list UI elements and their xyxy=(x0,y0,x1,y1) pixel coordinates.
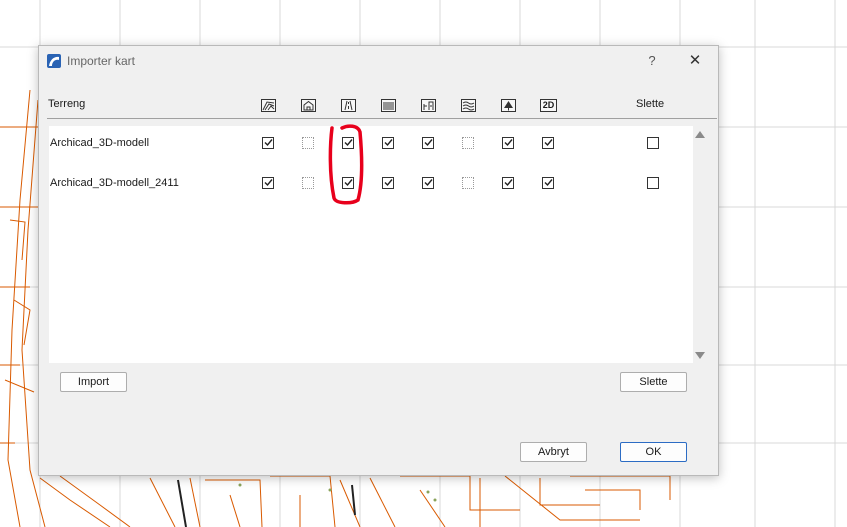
vegetation-icon[interactable] xyxy=(421,99,436,112)
cancel-button[interactable]: Avbryt xyxy=(520,442,587,462)
building-icon[interactable] xyxy=(301,99,316,112)
layer-checkbox[interactable] xyxy=(542,177,554,189)
layer-checkbox[interactable] xyxy=(422,177,434,189)
dialog-title: Importer kart xyxy=(67,54,136,68)
row-name: Archicad_3D-modell_2411 xyxy=(50,177,179,189)
close-button[interactable]: ✕ xyxy=(685,51,705,71)
layer-checkbox-disabled xyxy=(462,177,474,189)
delete-checkbox[interactable] xyxy=(647,177,659,189)
delete-column-header: Slette xyxy=(636,98,665,110)
layer-checkbox[interactable] xyxy=(262,177,274,189)
road-icon[interactable] xyxy=(341,99,356,112)
delete-checkbox[interactable] xyxy=(647,137,659,149)
rail-icon[interactable] xyxy=(381,99,396,112)
water-icon[interactable] xyxy=(461,99,476,112)
help-button[interactable]: ? xyxy=(643,52,661,70)
layer-checkbox-disabled xyxy=(462,137,474,149)
red-annotation-highlight xyxy=(328,124,364,205)
layer-checkbox[interactable] xyxy=(422,137,434,149)
layer-checkbox[interactable] xyxy=(382,137,394,149)
terrain-column-header: Terreng xyxy=(48,98,86,110)
ok-button[interactable]: OK xyxy=(620,442,687,462)
layer-checkbox[interactable] xyxy=(502,177,514,189)
2d-icon[interactable]: 2D xyxy=(540,99,557,112)
tree-icon[interactable] xyxy=(501,99,516,112)
layer-checkbox-disabled xyxy=(302,137,314,149)
terrain-list xyxy=(49,126,693,363)
scroll-down-arrow-icon[interactable] xyxy=(695,352,705,359)
delete-button[interactable]: Slette xyxy=(620,372,687,392)
layer-checkbox[interactable] xyxy=(262,137,274,149)
import-map-dialog: Importer kart ? ✕ Terreng 2D Slette Arch… xyxy=(38,45,719,476)
import-button[interactable]: Import xyxy=(60,372,127,392)
dialog-titlebar[interactable]: Importer kart ? ✕ xyxy=(39,46,718,76)
header-divider xyxy=(47,118,717,119)
terrain-layers-icon[interactable] xyxy=(261,99,276,112)
layer-checkbox[interactable] xyxy=(542,137,554,149)
scroll-up-arrow-icon[interactable] xyxy=(695,131,705,138)
row-name: Archicad_3D-modell xyxy=(50,137,150,149)
list-scrollbar[interactable] xyxy=(694,126,708,363)
archicad-icon xyxy=(47,54,61,68)
layer-checkbox[interactable] xyxy=(502,137,514,149)
layer-checkbox[interactable] xyxy=(382,177,394,189)
layer-checkbox-disabled xyxy=(302,177,314,189)
